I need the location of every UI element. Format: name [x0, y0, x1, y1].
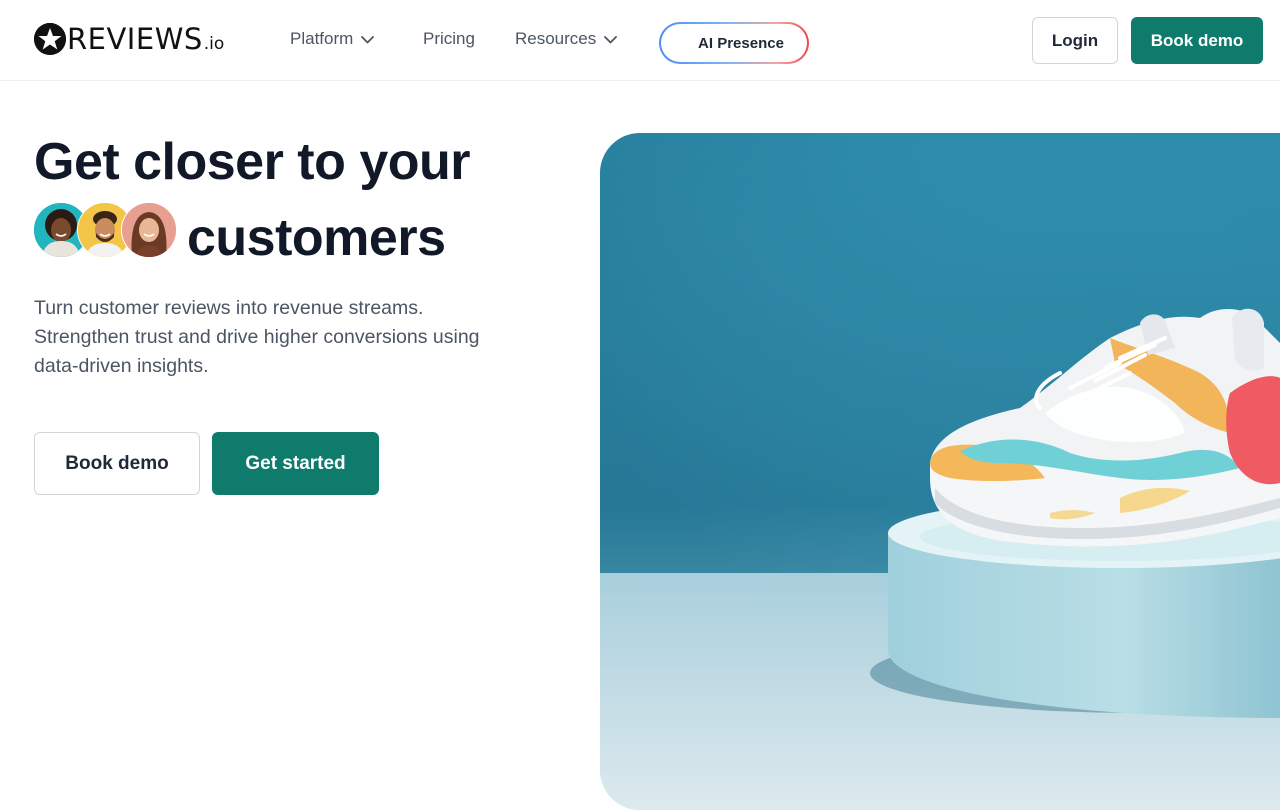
- ai-presence-label: AI Presence: [698, 34, 784, 52]
- nav-resources[interactable]: Resources: [515, 29, 618, 49]
- nav-pricing-label: Pricing: [423, 29, 475, 48]
- header-book-demo-label: Book demo: [1150, 30, 1244, 50]
- hero-image: [600, 133, 1280, 810]
- get-started-button[interactable]: Get started: [212, 432, 379, 495]
- brand-wordmark: REVIEWS: [67, 21, 203, 56]
- chevron-down-icon: [361, 29, 375, 49]
- hero-book-demo-button[interactable]: Book demo: [34, 432, 200, 495]
- login-button[interactable]: Login: [1032, 17, 1118, 64]
- get-started-label: Get started: [245, 452, 346, 474]
- chevron-down-icon: [604, 29, 618, 49]
- ai-presence-pill[interactable]: AI Presence: [659, 22, 809, 64]
- nav-platform[interactable]: Platform: [290, 29, 375, 49]
- customer-avatars: [33, 202, 183, 258]
- nav-pricing[interactable]: Pricing: [423, 29, 475, 49]
- hero-subtitle: Turn customer reviews into revenue strea…: [34, 297, 480, 377]
- star-circle-icon: [34, 23, 66, 55]
- brand-logo[interactable]: REVIEWS .io: [34, 22, 224, 56]
- avatar: [121, 202, 177, 258]
- header-book-demo-button[interactable]: Book demo: [1131, 17, 1263, 64]
- login-label: Login: [1051, 30, 1099, 50]
- brand-suffix: .io: [203, 34, 225, 54]
- hero-title-line1: Get closer to your: [34, 133, 471, 191]
- hero-title-line2: customers: [187, 209, 446, 267]
- nav-resources-label: Resources: [515, 29, 597, 48]
- hero-book-demo-label: Book demo: [65, 452, 169, 474]
- site-header: REVIEWS .io Platform Pricing Resources A…: [0, 0, 1280, 81]
- nav-platform-label: Platform: [290, 29, 354, 48]
